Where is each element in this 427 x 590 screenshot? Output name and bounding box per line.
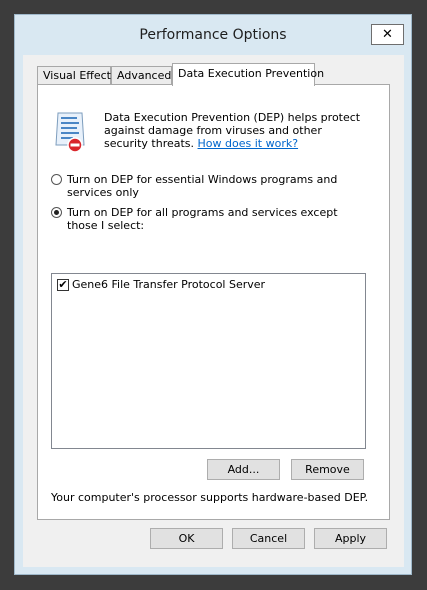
radio-essential-only[interactable]: Turn on DEP for essential Windows progra… — [51, 173, 371, 201]
program-checkbox[interactable]: ✔ — [57, 279, 69, 291]
radio-label-all-except: Turn on DEP for all programs and service… — [67, 206, 338, 232]
program-exclusion-list[interactable]: ✔ Gene6 File Transfer Protocol Server — [51, 273, 366, 449]
close-icon: ✕ — [382, 27, 393, 42]
dep-tab-panel: Data Execution Prevention (DEP) helps pr… — [37, 84, 390, 520]
tab-advanced[interactable]: Advanced — [111, 66, 172, 85]
performance-options-window: Performance Options ✕ Visual Effects Adv… — [14, 14, 412, 575]
radio-button[interactable] — [51, 174, 62, 185]
apply-button[interactable]: Apply — [314, 528, 387, 549]
dialog-client-area: Visual Effects Advanced Data Execution P… — [23, 55, 404, 567]
radio-all-except-selected[interactable]: Turn on DEP for all programs and service… — [51, 206, 371, 234]
ok-button[interactable]: OK — [150, 528, 223, 549]
remove-button[interactable]: Remove — [291, 459, 364, 480]
tab-data-execution-prevention[interactable]: Data Execution Prevention — [172, 63, 324, 86]
processor-support-status: Your computer's processor supports hardw… — [51, 491, 369, 504]
tab-visual-effects[interactable]: Visual Effects — [37, 66, 117, 85]
radio-button-selected[interactable] — [51, 207, 62, 218]
add-button[interactable]: Add... — [207, 459, 280, 480]
window-title: Performance Options — [139, 27, 287, 43]
radio-label-essential: Turn on DEP for essential Windows progra… — [67, 173, 338, 199]
close-button[interactable]: ✕ — [371, 24, 404, 45]
program-name: Gene6 File Transfer Protocol Server — [72, 278, 266, 291]
cancel-button[interactable]: Cancel — [232, 528, 305, 549]
checkmark-icon: ✔ — [58, 278, 68, 291]
dep-shield-binary-icon — [55, 112, 85, 153]
how-does-it-work-link[interactable]: How does it work? — [198, 137, 299, 150]
title-bar[interactable]: Performance Options ✕ — [15, 15, 411, 55]
dep-description: Data Execution Prevention (DEP) helps pr… — [104, 111, 362, 150]
